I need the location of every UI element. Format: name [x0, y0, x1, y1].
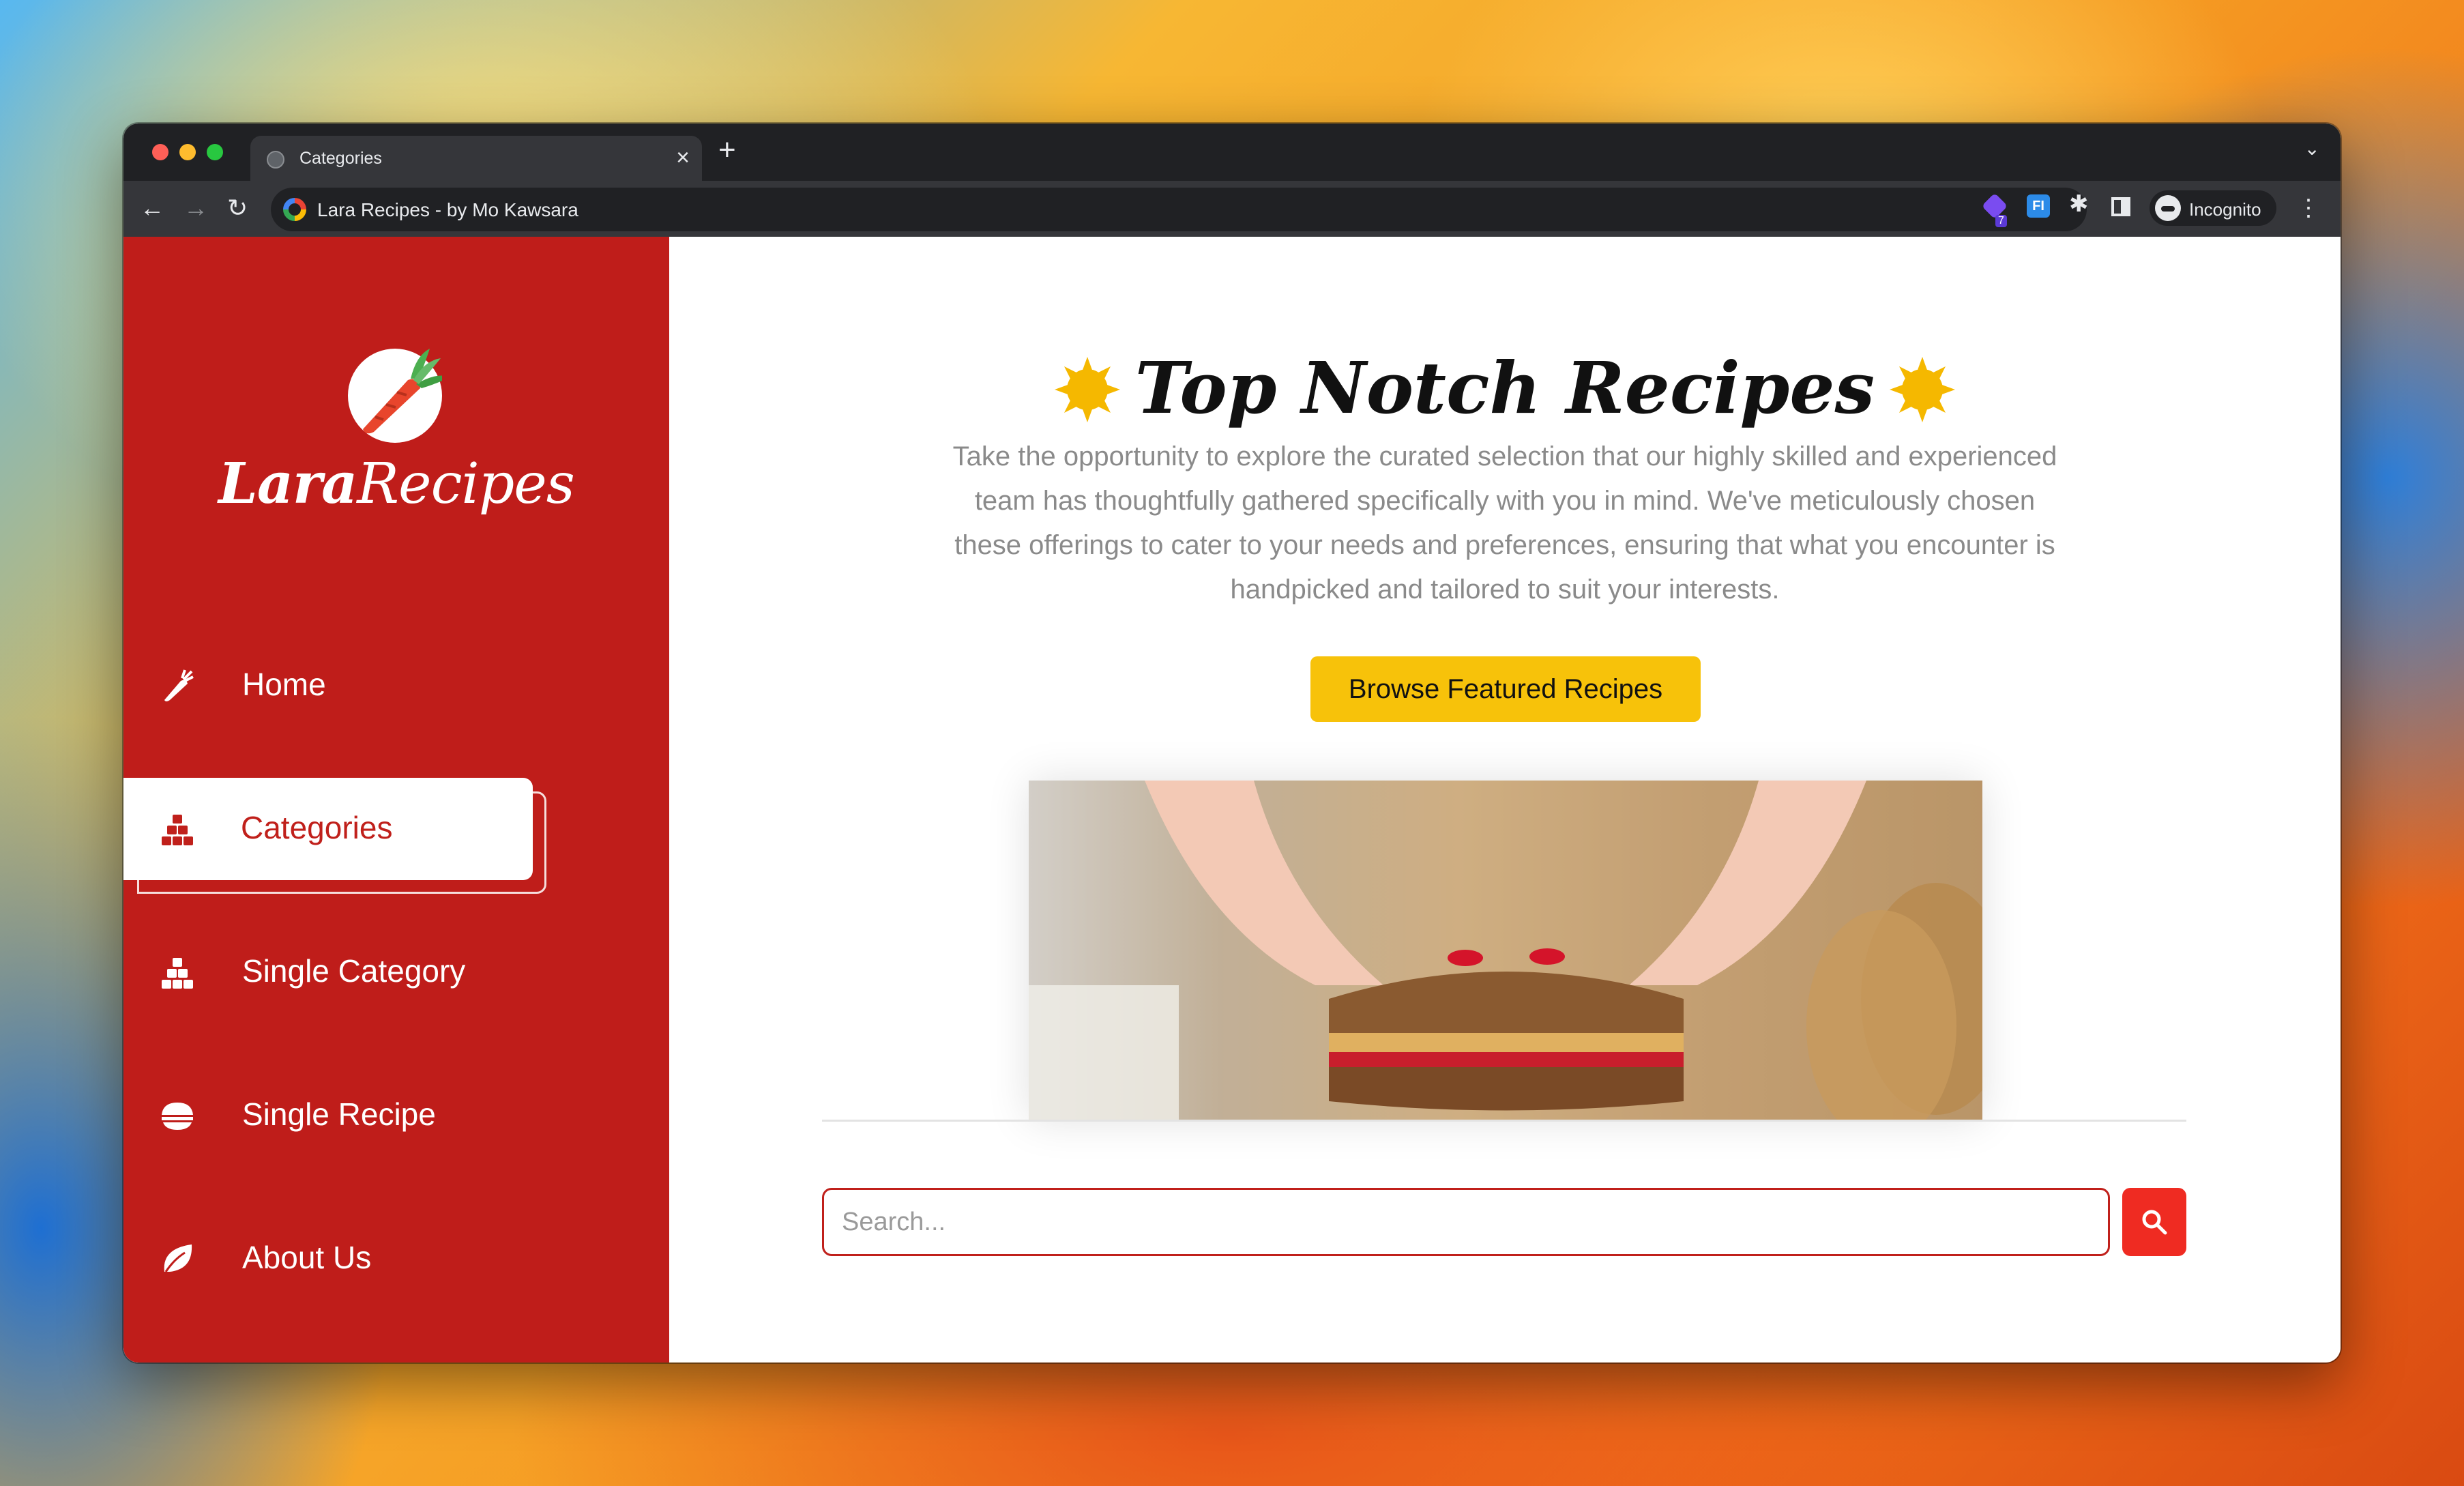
sidebar-item-label: About Us [242, 1240, 372, 1275]
sidebar-item-single-category[interactable]: Single Category [123, 921, 669, 1023]
cubes-icon [162, 958, 193, 989]
carrot-icon [164, 669, 194, 701]
back-arrow-icon[interactable]: ← [140, 193, 164, 223]
search-button[interactable] [2122, 1188, 2186, 1256]
incognito-label: Incognito [2189, 199, 2261, 220]
close-window-button[interactable] [152, 144, 168, 160]
sidebar-item-categories[interactable]: Categories [123, 778, 669, 894]
sidebar-nav: Home Categories Single Category Single R… [123, 237, 669, 1363]
incognito-profile-button[interactable]: Incognito [2150, 190, 2276, 226]
sidebar-item-about-us[interactable]: About Us [123, 1208, 669, 1310]
search-icon [2142, 1210, 2167, 1235]
sidebar-item-single-recipe[interactable]: Single Recipe [123, 1064, 669, 1167]
tab-list-chevron-icon[interactable]: ⌄ [2304, 137, 2320, 160]
sidebar-item-label: Single Recipe [242, 1096, 436, 1132]
maximize-window-button[interactable] [207, 144, 223, 160]
forward-arrow-icon[interactable]: → [184, 193, 208, 223]
title-bar: Categories × + ⌄ [123, 123, 2341, 181]
incognito-icon [2155, 195, 2181, 221]
bowl-icon [162, 1103, 193, 1130]
browse-featured-recipes-button[interactable]: Browse Featured Recipes [1310, 656, 1701, 722]
sidebar-item-label: Home [242, 667, 326, 702]
browser-menu-icon[interactable]: ⋮ [2297, 193, 2320, 223]
sidebar-item-label: Categories [241, 810, 393, 845]
address-bar[interactable]: Lara Recipes - by Mo Kawsara [271, 188, 2087, 231]
search-input[interactable] [822, 1188, 2110, 1256]
extension-badge: 7 [1995, 215, 2007, 227]
sidebar-item-label: Single Category [242, 953, 466, 989]
globe-icon [267, 151, 284, 169]
tab-title: Categories [299, 149, 382, 168]
cubes-icon [162, 815, 193, 845]
leaf-icon [164, 1244, 192, 1272]
reload-icon[interactable]: ↻ [227, 193, 248, 223]
sidebar-item-home[interactable]: Home [123, 635, 669, 737]
tab-close-icon[interactable]: × [676, 144, 690, 171]
new-tab-button[interactable]: + [718, 133, 736, 167]
fi-extension-icon[interactable]: FI [2027, 194, 2050, 218]
side-panel-icon[interactable] [2111, 197, 2130, 216]
tab-categories[interactable]: Categories × [250, 136, 702, 181]
puzzle-icon[interactable]: ✱ [2069, 190, 2089, 218]
browser-toolbar: ← → ↻ Lara Recipes - by Mo Kawsara 7 FI … [123, 181, 2341, 237]
minimize-window-button[interactable] [179, 144, 196, 160]
address-text[interactable]: Lara Recipes - by Mo Kawsara [317, 199, 578, 221]
google-icon [283, 198, 306, 221]
